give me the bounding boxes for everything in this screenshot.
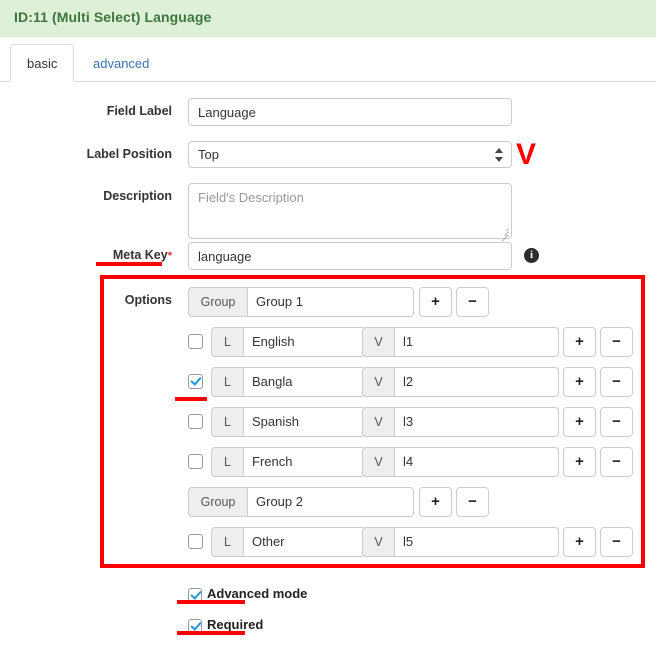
label-position-value: Top xyxy=(198,147,219,162)
group-2-remove-button[interactable]: − xyxy=(456,487,489,517)
group-2-input-group: Group Group 2 xyxy=(188,487,414,517)
meta-key-input[interactable]: language xyxy=(188,242,512,270)
value-addon-french: V xyxy=(362,447,394,477)
bangla-label-input[interactable]: Bangla xyxy=(243,367,366,397)
spanish-label-group: L Spanish xyxy=(211,407,366,437)
tab-advanced-label: advanced xyxy=(93,56,150,71)
other-value-group: V l5 xyxy=(362,527,559,557)
french-add-button[interactable]: + xyxy=(563,447,596,477)
tab-basic-label: basic xyxy=(27,56,58,71)
option-group-row-1: Group Group 1 + − xyxy=(0,287,656,319)
option-checkbox-french[interactable] xyxy=(188,454,203,469)
group-1-remove-button[interactable]: − xyxy=(456,287,489,317)
group-1-add-button[interactable]: + xyxy=(419,287,452,317)
page-title: ID:11 (Multi Select) Language xyxy=(14,9,212,25)
label-position-label: Label Position xyxy=(86,147,172,161)
chevron-updown-icon xyxy=(495,146,504,164)
value-addon-bangla: V xyxy=(362,367,394,397)
tab-advanced[interactable]: advanced xyxy=(76,44,166,82)
group-1-input-group: Group Group 1 xyxy=(188,287,414,317)
advanced-mode-label: Advanced mode xyxy=(207,586,308,601)
bangla-add-button[interactable]: + xyxy=(563,367,596,397)
value-addon-spanish: V xyxy=(362,407,394,437)
field-label-input[interactable]: Language xyxy=(188,98,512,126)
annotation-underline-meta-key xyxy=(96,262,162,266)
option-checkbox-spanish[interactable] xyxy=(188,414,203,429)
bangla-value-input[interactable]: l2 xyxy=(394,367,559,397)
description-placeholder: Field's Description xyxy=(198,190,304,205)
option-row-french: L French V l4 + − xyxy=(0,447,656,479)
advanced-mode-row: Advanced mode xyxy=(0,585,656,607)
label-position-select[interactable]: Top xyxy=(188,141,512,168)
french-label-group: L French xyxy=(211,447,366,477)
panel-header: ID:11 (Multi Select) Language xyxy=(0,0,656,37)
option-row-bangla: L Bangla V l2 + − xyxy=(0,367,656,399)
bangla-label-group: L Bangla xyxy=(211,367,366,397)
english-remove-button[interactable]: − xyxy=(600,327,633,357)
meta-key-label-text: Meta Key xyxy=(112,248,168,262)
form-row-label-position: Label Position Top xyxy=(0,141,656,168)
option-checkbox-other[interactable] xyxy=(188,534,203,549)
resize-handle-icon[interactable] xyxy=(499,226,509,242)
french-remove-button[interactable]: − xyxy=(600,447,633,477)
french-label-input[interactable]: French xyxy=(243,447,366,477)
spanish-remove-button[interactable]: − xyxy=(600,407,633,437)
other-label-input[interactable]: Other xyxy=(243,527,366,557)
group-addon-label-2: Group xyxy=(188,487,247,517)
other-label-group: L Other xyxy=(211,527,366,557)
required-row: Required xyxy=(0,616,656,638)
option-checkbox-bangla[interactable] xyxy=(188,374,203,389)
annotation-v-mark: V xyxy=(516,138,537,171)
english-label-group: L English xyxy=(211,327,366,357)
field-label-label: Field Label xyxy=(106,104,172,118)
label-addon-bangla: L xyxy=(211,367,243,397)
value-addon-other: V xyxy=(362,527,394,557)
required-asterisk: * xyxy=(167,250,172,262)
french-value-group: V l4 xyxy=(362,447,559,477)
label-addon-other: L xyxy=(211,527,243,557)
tab-basic[interactable]: basic xyxy=(10,44,75,82)
group-1-name-input[interactable]: Group 1 xyxy=(247,287,414,317)
english-value-input[interactable]: l1 xyxy=(394,327,559,357)
english-value-group: V l1 xyxy=(362,327,559,357)
option-row-spanish: L Spanish V l3 + − xyxy=(0,407,656,439)
form-row-description: Description Field's Description xyxy=(0,183,656,242)
annotation-underline-required xyxy=(177,631,245,635)
french-value-input[interactable]: l4 xyxy=(394,447,559,477)
bangla-remove-button[interactable]: − xyxy=(600,367,633,397)
tab-bar: basic advanced xyxy=(0,38,656,82)
annotation-underline-advanced-mode xyxy=(177,600,245,604)
other-add-button[interactable]: + xyxy=(563,527,596,557)
description-textarea[interactable]: Field's Description xyxy=(188,183,512,242)
option-group-row-2: Group Group 2 + − xyxy=(0,487,656,519)
label-addon-french: L xyxy=(211,447,243,477)
label-addon-english: L xyxy=(211,327,243,357)
english-label-input[interactable]: English xyxy=(243,327,366,357)
option-checkbox-english[interactable] xyxy=(188,334,203,349)
spanish-value-input[interactable]: l3 xyxy=(394,407,559,437)
value-addon-english: V xyxy=(362,327,394,357)
bangla-value-group: V l2 xyxy=(362,367,559,397)
label-addon-spanish: L xyxy=(211,407,243,437)
group-2-name-input[interactable]: Group 2 xyxy=(247,487,414,517)
required-label: Required xyxy=(207,617,264,632)
option-row-other: L Other V l5 + − xyxy=(0,527,656,559)
group-addon-label-1: Group xyxy=(188,287,247,317)
spanish-add-button[interactable]: + xyxy=(563,407,596,437)
group-2-add-button[interactable]: + xyxy=(419,487,452,517)
annotation-underline-bangla-checkbox xyxy=(175,397,207,401)
spanish-value-group: V l3 xyxy=(362,407,559,437)
option-row-english: L English V l1 + − xyxy=(0,327,656,359)
spanish-label-input[interactable]: Spanish xyxy=(243,407,366,437)
other-value-input[interactable]: l5 xyxy=(394,527,559,557)
meta-key-label: Meta Key* xyxy=(0,248,172,262)
description-label: Description xyxy=(103,189,172,203)
other-remove-button[interactable]: − xyxy=(600,527,633,557)
english-add-button[interactable]: + xyxy=(563,327,596,357)
info-icon[interactable]: i xyxy=(524,248,539,263)
